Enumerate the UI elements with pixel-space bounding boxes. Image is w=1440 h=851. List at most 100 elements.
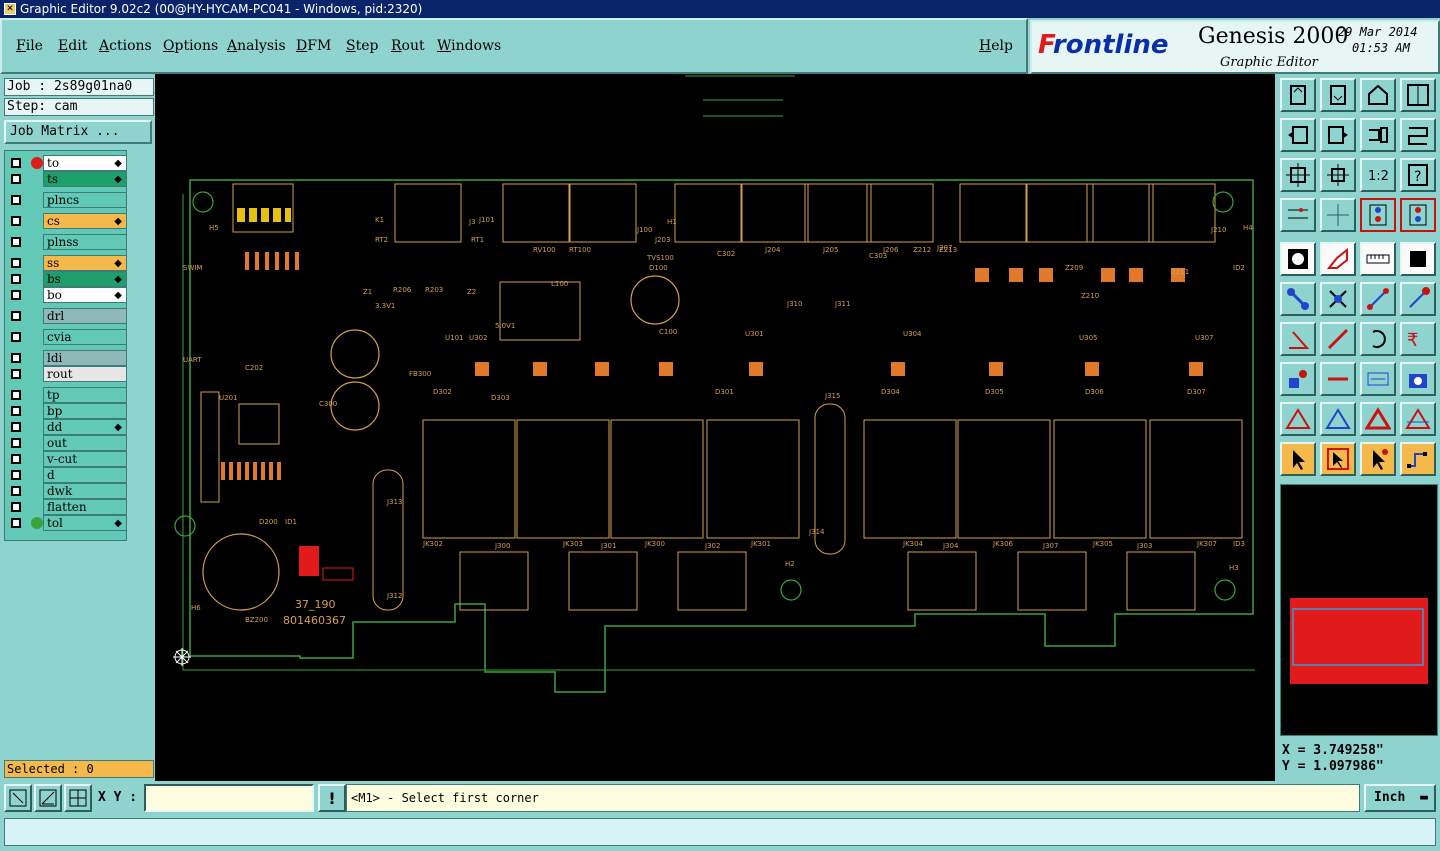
- zoom-home-icon[interactable]: [1280, 78, 1316, 112]
- layer-name[interactable]: flatten: [43, 499, 127, 515]
- zoom-area-icon[interactable]: [4, 784, 32, 812]
- angle-icon[interactable]: [1280, 322, 1316, 356]
- connect-nodes-icon[interactable]: [1280, 282, 1316, 316]
- xy-input[interactable]: [144, 784, 314, 812]
- layer-row-tp[interactable]: tp: [5, 387, 128, 403]
- camera-icon[interactable]: [1400, 362, 1436, 396]
- layer-name[interactable]: ts ◆: [43, 171, 127, 187]
- layer-checkbox[interactable]: [11, 311, 21, 321]
- layer-name[interactable]: bs ◆: [43, 271, 127, 287]
- layer-row-cs[interactable]: cs ◆: [5, 213, 128, 229]
- layer-row-ldi[interactable]: ldi: [5, 350, 128, 366]
- layer-name[interactable]: ldi: [43, 350, 127, 366]
- layer-row-tol[interactable]: tol ◆: [5, 515, 128, 531]
- layer-checkbox[interactable]: [11, 438, 21, 448]
- window-split-icon[interactable]: [1400, 78, 1436, 112]
- layer-name[interactable]: dd ◆: [43, 419, 127, 435]
- pan-return-icon[interactable]: [1400, 118, 1436, 152]
- layer-name[interactable]: plncs: [43, 192, 127, 208]
- pad-node-icon[interactable]: [1280, 362, 1316, 396]
- zoom-in-icon[interactable]: [1280, 158, 1316, 192]
- layer-name[interactable]: cs ◆: [43, 213, 127, 229]
- route-icon[interactable]: [1400, 442, 1436, 476]
- layer-row-dd[interactable]: dd ◆: [5, 419, 128, 435]
- pan-snake-icon[interactable]: [1360, 118, 1396, 152]
- cross-move-icon[interactable]: [1320, 282, 1356, 316]
- execute-button[interactable]: !: [318, 784, 346, 812]
- triangle-icon[interactable]: [1280, 402, 1316, 436]
- layer-row-d[interactable]: d: [5, 467, 128, 483]
- layer-name[interactable]: d: [43, 467, 127, 483]
- diagonal-icon[interactable]: [1320, 322, 1356, 356]
- layer-name[interactable]: rout: [43, 366, 127, 382]
- pan-left-icon[interactable]: [1280, 118, 1316, 152]
- line-node-icon[interactable]: [1360, 282, 1396, 316]
- menu-windows[interactable]: Windows: [437, 38, 501, 54]
- triangle-filled-icon[interactable]: [1360, 402, 1396, 436]
- layer-row-cvia[interactable]: cvia: [5, 329, 128, 345]
- zoom-fit-icon[interactable]: [1320, 78, 1356, 112]
- layer-checkbox[interactable]: [11, 486, 21, 496]
- grid-icon[interactable]: [1320, 198, 1356, 232]
- layer-name[interactable]: tol ◆: [43, 515, 127, 531]
- layer-name[interactable]: to ◆: [43, 155, 127, 171]
- measure-icon[interactable]: [1280, 198, 1316, 232]
- units-selector[interactable]: Inch ▬: [1364, 784, 1436, 812]
- graphic-canvas[interactable]: J101 J3 H1 J100 J203 J204 J205 J206 J207 Z212 Z213…: [155, 74, 1275, 781]
- layer-checkbox[interactable]: [11, 158, 21, 168]
- menu-file[interactable]: File: [16, 38, 43, 54]
- query-icon[interactable]: ?: [1400, 158, 1436, 192]
- zoom-out-icon[interactable]: [1320, 158, 1356, 192]
- layer-checkbox[interactable]: [11, 274, 21, 284]
- layer-name[interactable]: bp: [43, 403, 127, 419]
- home-icon[interactable]: [1360, 78, 1396, 112]
- layer-row-bo[interactable]: bo ◆: [5, 287, 128, 303]
- layer-name[interactable]: plnss: [43, 234, 127, 250]
- layer-name[interactable]: drl: [43, 308, 127, 324]
- layer-checkbox[interactable]: [11, 390, 21, 400]
- range-icon[interactable]: [1360, 362, 1396, 396]
- segment-icon[interactable]: [1320, 362, 1356, 396]
- layer-checkbox[interactable]: [11, 237, 21, 247]
- menu-help[interactable]: Help: [979, 38, 1013, 54]
- layer-checkbox[interactable]: [11, 216, 21, 226]
- layer-checkbox[interactable]: [11, 470, 21, 480]
- layer-name[interactable]: dwk: [43, 483, 127, 499]
- menu-options[interactable]: Options: [163, 38, 218, 54]
- job-matrix-button[interactable]: Job Matrix ...: [4, 120, 152, 144]
- layer-checkbox[interactable]: [11, 422, 21, 432]
- layer-row-drl[interactable]: drl: [5, 308, 128, 324]
- snap-icon[interactable]: [1280, 242, 1316, 276]
- layer-name[interactable]: out: [43, 435, 127, 451]
- stop-icon[interactable]: [1400, 242, 1436, 276]
- layer-row-bs[interactable]: bs ◆: [5, 271, 128, 287]
- menu-actions[interactable]: Actions: [99, 38, 152, 54]
- layer-checkbox[interactable]: [11, 454, 21, 464]
- layer-checkbox[interactable]: [11, 290, 21, 300]
- layer-checkbox[interactable]: [11, 502, 21, 512]
- menu-step[interactable]: Step: [346, 38, 378, 54]
- measure-angle-icon[interactable]: [34, 784, 62, 812]
- layer-checkbox[interactable]: [11, 258, 21, 268]
- layer-checkbox[interactable]: [11, 406, 21, 416]
- ruler-icon[interactable]: [1360, 242, 1396, 276]
- layer-name[interactable]: cvia: [43, 329, 127, 345]
- layer-checkbox[interactable]: [11, 518, 21, 528]
- layer-row-ss[interactable]: ss ◆: [5, 255, 128, 271]
- layer-checkbox[interactable]: [11, 332, 21, 342]
- layer-row-dwk[interactable]: dwk: [5, 483, 128, 499]
- layer-row-plnss[interactable]: plnss: [5, 234, 128, 250]
- layer-checkbox[interactable]: [11, 195, 21, 205]
- layer-checkbox[interactable]: [11, 174, 21, 184]
- layer-checkbox[interactable]: [11, 353, 21, 363]
- edit-shape-icon[interactable]: [1320, 242, 1356, 276]
- layer-row-to[interactable]: to ◆: [5, 155, 128, 171]
- select-box-icon[interactable]: [1320, 442, 1356, 476]
- menu-analysis[interactable]: Analysis: [227, 38, 286, 54]
- overview-map[interactable]: [1280, 484, 1438, 736]
- fit-arrows-icon[interactable]: ₹: [1400, 322, 1436, 356]
- pcb-board[interactable]: J101J3 H1J100J203J204 J205 J206 J207Z212 Z213…: [155, 74, 1275, 781]
- layer-compare-icon[interactable]: [1360, 198, 1396, 232]
- layer-row-v-cut[interactable]: v-cut: [5, 451, 128, 467]
- select-arrow-icon[interactable]: [1280, 442, 1316, 476]
